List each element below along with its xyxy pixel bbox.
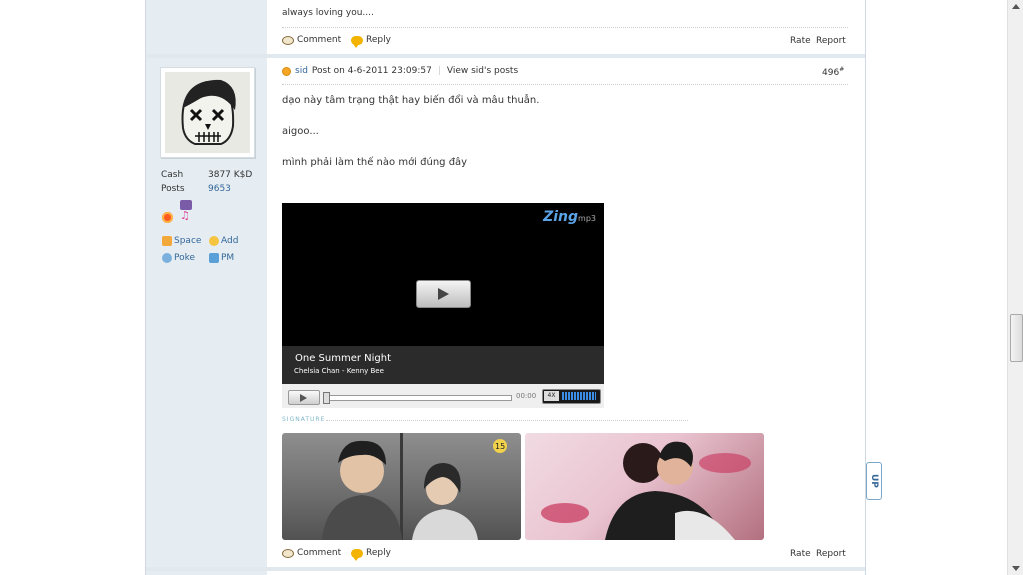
photo-1-image: 15 [322, 433, 507, 540]
medal-flower-icon [162, 212, 173, 223]
seek-bar[interactable] [323, 392, 512, 404]
envelope-icon [209, 253, 219, 263]
big-play-button[interactable] [416, 280, 471, 308]
post-header: sid Post on 4-6-2011 23:09:57 | View sid… [282, 66, 518, 76]
volume-level[interactable] [562, 392, 596, 400]
reply-button[interactable]: Reply [351, 548, 391, 561]
poke-link[interactable]: Poke [162, 253, 195, 263]
post-date: Post on 4-6-2011 23:09:57 [311, 66, 432, 76]
rate-link[interactable]: Rate [790, 36, 811, 46]
posts-value[interactable]: 9653 [208, 184, 231, 194]
post-separator [146, 54, 865, 58]
post-number-value: 496 [822, 68, 840, 78]
divider [282, 84, 848, 85]
poke-label: Poke [174, 253, 196, 263]
space-label: Space [174, 236, 202, 246]
comment-icon [282, 548, 294, 558]
avatar[interactable] [160, 67, 255, 158]
medal-music-icon: ♫ [180, 200, 192, 224]
reply-label: Reply [366, 35, 391, 45]
comment-button[interactable]: Comment [282, 548, 341, 558]
author-link[interactable]: sid [295, 66, 308, 76]
report-link[interactable]: Report [816, 36, 846, 46]
scroll-down-arrow-icon[interactable] [1012, 566, 1020, 571]
home-icon [162, 236, 172, 246]
volume-control[interactable]: 4X [542, 389, 601, 404]
zing-logo: Zingmp3 [543, 209, 596, 225]
post-number[interactable]: 496# [822, 66, 844, 78]
divider [282, 27, 848, 28]
post-separator [146, 567, 865, 571]
comment-label: Comment [297, 35, 342, 45]
pm-link[interactable]: PM [209, 253, 234, 263]
skull-avatar-image [165, 72, 250, 153]
zing-brand-suffix: mp3 [578, 214, 596, 223]
add-friend-icon [209, 236, 219, 246]
cash-stat: Cash 3877 K$D [161, 170, 252, 180]
scroll-to-top-button[interactable]: UP [866, 462, 882, 500]
reply-button[interactable]: Reply [351, 35, 391, 48]
header-divider: | [437, 66, 441, 76]
message-line-3: mình phải làm thế nào mới đúng đây [282, 157, 468, 168]
signature-photo-2 [525, 433, 764, 540]
view-posts-link[interactable]: View sid's posts [447, 66, 518, 76]
seek-handle[interactable] [323, 392, 330, 404]
report-link[interactable]: Report [816, 549, 846, 559]
scroll-up-arrow-icon[interactable] [1012, 4, 1020, 9]
scrollbar-thumb[interactable] [1010, 314, 1023, 362]
play-button[interactable] [288, 390, 320, 405]
reply-label: Reply [366, 548, 391, 558]
previous-post-text: always loving you.... [282, 8, 374, 18]
posts-stat: Posts 9653 [161, 184, 231, 194]
song-info-bar: One Summer Night Chelsia Chan - Kenny Be… [282, 346, 604, 384]
cash-value: 3877 K$D [208, 170, 253, 180]
song-title: One Summer Night [295, 353, 392, 364]
online-status-icon [282, 66, 291, 76]
reply-icon [351, 548, 363, 561]
space-link[interactable]: Space [162, 236, 201, 246]
message-line-2: aigoo... [282, 126, 319, 137]
zing-brand: Zing [543, 209, 579, 225]
music-player: Zingmp3 One Summer Night Chelsia Chan - … [282, 203, 604, 408]
vertical-scrollbar[interactable] [1007, 0, 1023, 575]
forum-page: always loving you.... Comment Reply Rate… [145, 0, 866, 575]
posts-label: Posts [161, 184, 185, 194]
poke-icon [162, 253, 172, 263]
message-line-1: dạo này tâm trạng thật hay biến đổi và m… [282, 95, 540, 106]
reply-icon [351, 35, 363, 48]
time-display: 00:00 [516, 392, 537, 400]
cash-label: Cash [161, 170, 184, 180]
comment-icon [282, 35, 294, 45]
pm-label: PM [221, 253, 235, 263]
age-rating-badge: 15 [495, 442, 505, 451]
mute-button[interactable]: 4X [544, 391, 559, 401]
photo-2-image [541, 441, 751, 540]
signature-photo-1: 15 [282, 433, 521, 540]
comment-button[interactable]: Comment [282, 35, 341, 45]
signature-divider [326, 420, 688, 421]
comment-label: Comment [297, 548, 342, 558]
post-number-suffix: # [839, 66, 845, 73]
rate-link[interactable]: Rate [790, 549, 811, 559]
add-friend-link[interactable]: Add [209, 236, 238, 246]
song-artists: Chelsia Chan - Kenny Bee [294, 367, 384, 375]
signature-label: SIGNATURE [282, 416, 326, 423]
player-controls: 00:00 4X [282, 384, 604, 408]
add-label: Add [221, 236, 239, 246]
